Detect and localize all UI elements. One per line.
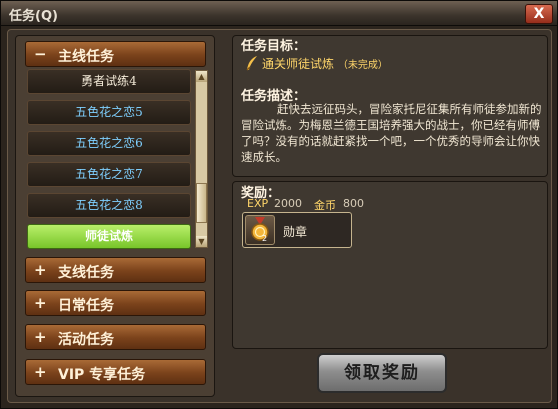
expand-icon: + [34,261,47,279]
category-event-quest[interactable]: + 活动任务 [25,324,206,350]
scroll-down-icon[interactable]: ▼ [196,236,207,247]
quest-list: 勇者试练4 五色花之恋5 五色花之恋6 五色花之恋7 五色花之恋8 师徒试炼 [25,69,195,249]
quest-item[interactable]: 五色花之恋5 [27,100,191,125]
category-daily-quest[interactable]: + 日常任务 [25,290,206,316]
title-bar[interactable]: 任务(Q) X [1,1,557,26]
gold-value: 800 [343,197,364,210]
quest-description: 赶快去远征码头，冒险家托尼征集所有师徒参加新的冒险试炼。为梅恩兰德王国培养强大的… [241,102,542,164]
expand-icon: + [34,363,47,381]
quest-item[interactable]: 勇者试练4 [27,69,191,94]
scroll-thumb[interactable] [196,183,207,223]
expand-icon: + [34,328,47,346]
item-count: 2 [262,234,267,243]
quest-window: 任务(Q) X − 主线任务 勇者试练4 五色花之恋5 五色花之恋6 五色花之恋… [0,0,558,409]
scroll-up-icon[interactable]: ▲ [196,71,207,82]
close-button[interactable]: X [525,4,553,24]
goal-text: 通关师徒试炼 [262,57,335,71]
quest-goal: 通关师徒试炼 （未完成） [262,55,388,72]
quest-list-scrollbar[interactable]: ▲ ▼ [195,70,208,248]
category-side-quest[interactable]: + 支线任务 [25,257,206,283]
exp-value: 2000 [274,197,302,210]
category-label: VIP 专享任务 [58,367,146,383]
expand-icon: + [34,294,47,312]
category-main-quest[interactable]: − 主线任务 [25,41,206,67]
reward-item-name: 勋章 [283,225,308,239]
claim-reward-button[interactable]: 领取奖励 [317,353,447,393]
quest-item[interactable]: 五色花之恋7 [27,162,191,187]
quill-icon [245,55,259,75]
goal-status: （未完成） [337,60,388,71]
category-label: 日常任务 [58,298,114,314]
exp-label: EXP [247,197,269,210]
collapse-icon: − [34,45,47,63]
reward-item-slot[interactable]: 2 勋章 [242,212,352,248]
category-label: 活动任务 [58,332,114,348]
category-label: 支线任务 [58,265,114,281]
window-title: 任务(Q) [9,9,58,24]
quest-item[interactable]: 五色花之恋8 [27,193,191,218]
category-label: 主线任务 [58,49,114,65]
quest-item-selected[interactable]: 师徒试炼 [27,224,191,249]
category-vip-quest[interactable]: + VIP 专享任务 [25,359,206,385]
quest-item[interactable]: 五色花之恋6 [27,131,191,156]
medal-icon: 2 [245,215,275,245]
goal-heading: 任务目标： [241,39,307,54]
gold-label: 金币 [314,199,336,212]
